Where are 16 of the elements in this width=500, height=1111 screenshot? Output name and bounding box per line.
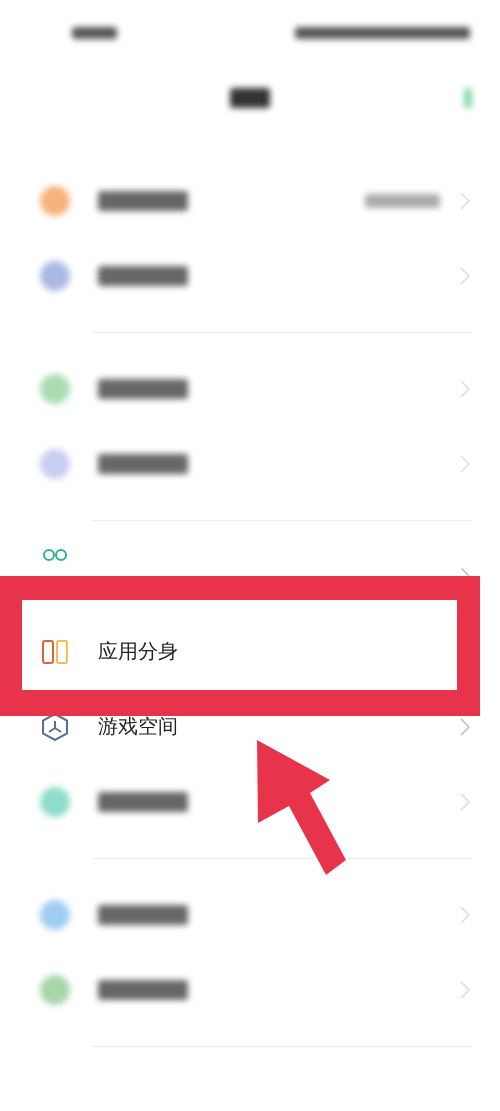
setting-label[interactable]: 应用分身 [98,638,178,665]
chevron-icon [460,905,470,924]
setting-label[interactable]: 游戏空间 [98,713,178,740]
rings-icon [42,549,68,561]
chevron-icon [460,454,470,473]
chevron-icon [460,266,470,285]
blurred-status-time [72,26,117,39]
blurred-action-icon [464,87,472,108]
chevron-icon [460,980,470,999]
chevron-icon [460,717,470,736]
chevron-icon [460,379,470,398]
chevron-icon [460,792,470,811]
two-panels-icon [42,639,68,664]
chevron-icon [461,568,470,577]
chevron-icon [460,191,470,210]
blurred-title [230,87,270,108]
